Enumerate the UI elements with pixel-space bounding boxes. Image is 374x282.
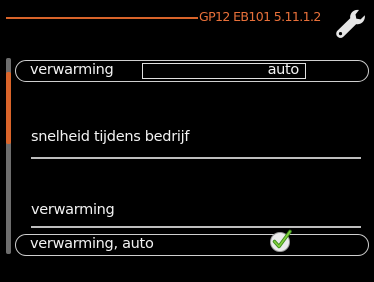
speed-during-operation-label[interactable]: snelheid tijdens bedrijf	[31, 129, 189, 145]
header-line	[6, 17, 198, 19]
divider	[31, 226, 361, 228]
menu-row-heating-auto[interactable]: verwarming, auto	[15, 229, 369, 256]
settings-screen: GP12 EB101 5.11.1.2 verwarming auto snel…	[0, 0, 374, 282]
heating-mode-value-field[interactable]: auto	[142, 62, 306, 79]
heating-label[interactable]: verwarming	[31, 202, 115, 218]
menu-path-title: GP12 EB101 5.11.1.2	[199, 9, 321, 24]
heating-auto-label: verwarming, auto	[30, 236, 154, 252]
heating-mode-label: verwarming	[30, 62, 114, 78]
check-icon[interactable]	[268, 226, 296, 254]
divider	[31, 157, 361, 159]
wrench-icon	[336, 9, 365, 38]
menu-row-heating-mode[interactable]: verwarming auto	[15, 60, 369, 82]
scrollbar-thumb[interactable]	[6, 72, 11, 144]
heating-mode-value: auto	[267, 62, 300, 78]
